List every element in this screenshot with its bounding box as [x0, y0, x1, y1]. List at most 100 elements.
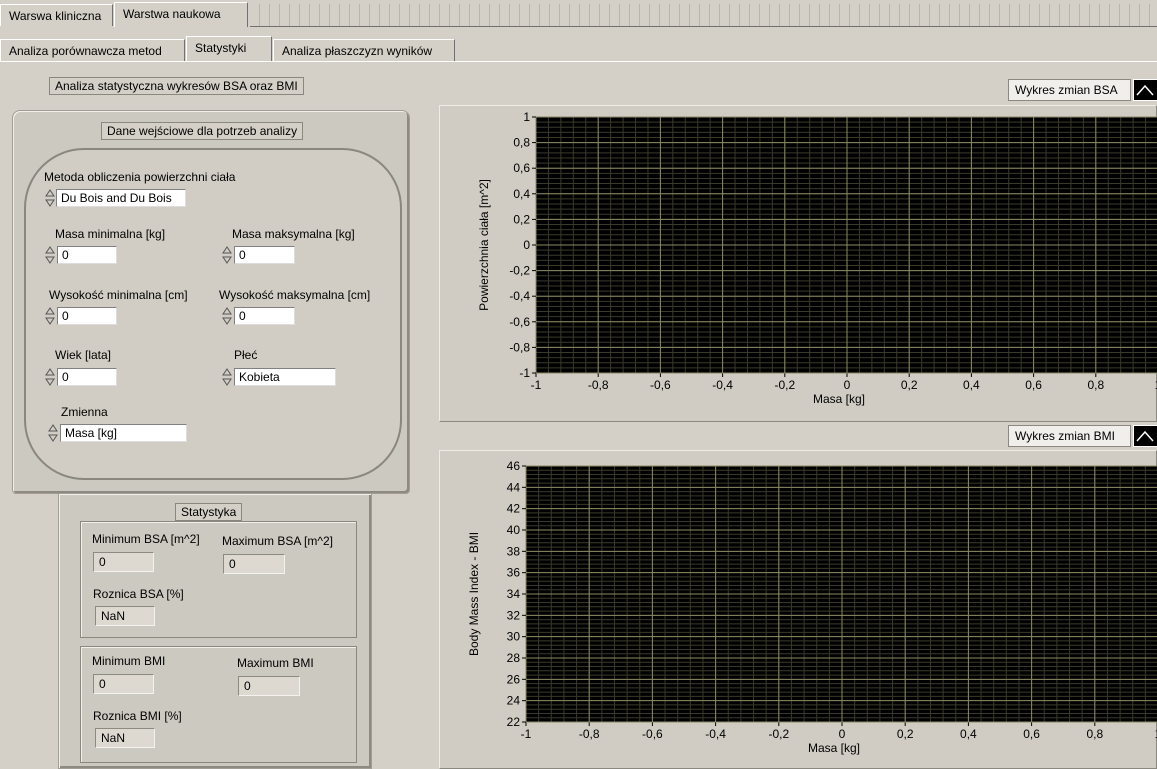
x-axis-label: Masa [kg] [808, 741, 860, 755]
x-tick-label: 0 [844, 378, 851, 392]
bmi-legend-label[interactable]: Wykres zmian BMI [1008, 425, 1131, 447]
y-tick-label: 34 [507, 587, 521, 601]
sex-label: Płeć [234, 348, 258, 362]
x-tick-label: -0,2 [768, 727, 789, 741]
x-tick-label: -0,4 [712, 378, 733, 392]
mass-max-field[interactable]: 0 [234, 246, 295, 264]
y-tick-label: -0,8 [509, 340, 530, 354]
diff-bsa-value: NaN [95, 606, 155, 626]
bmi-chart[interactable]: -1-0,8-0,6-0,4-0,200,20,40,60,8146444240… [439, 450, 1157, 769]
bsa-legend-swatch[interactable] [1133, 79, 1157, 101]
diff-bsa-label: Roznica BSA [%] [93, 587, 184, 601]
bmi-legend-line-icon [1136, 430, 1154, 442]
method-spinner[interactable] [45, 188, 55, 208]
x-tick-label: 0,4 [963, 378, 980, 392]
method-label: Metoda obliczenia powierzchni ciała [44, 170, 236, 184]
bsa-chart[interactable]: -1-0,8-0,6-0,4-0,200,20,40,60,8110,80,60… [439, 105, 1157, 422]
height-min-spinner[interactable] [45, 306, 55, 326]
max-bsa-label: Maximum BSA [m^2] [222, 534, 333, 548]
variable-label: Zmienna [61, 405, 108, 419]
x-tick-label: 0 [839, 727, 846, 741]
x-tick-label: 0,2 [901, 378, 918, 392]
y-tick-label: 30 [507, 630, 521, 644]
y-tick-label: -1 [519, 366, 530, 380]
x-tick-label: -1 [521, 727, 532, 741]
x-tick-label: 0,8 [1087, 378, 1104, 392]
y-tick-label: 22 [507, 715, 521, 729]
mass-max-label: Masa maksymalna [kg] [232, 227, 355, 241]
y-tick-label: 28 [507, 651, 521, 665]
y-tick-label: 0 [523, 238, 530, 252]
stats-panel-title: Statystyka [175, 503, 243, 521]
y-tick-label: 0,4 [513, 187, 530, 201]
min-bmi-value: 0 [93, 674, 154, 694]
x-tick-label: -0,8 [579, 727, 600, 741]
height-max-spinner[interactable] [222, 306, 232, 326]
variable-field[interactable]: Masa [kg] [60, 424, 187, 442]
x-tick-label: -1 [531, 378, 542, 392]
x-tick-label: -0,6 [642, 727, 663, 741]
y-axis-label: Powierzchnia ciała [m^2] [477, 179, 491, 311]
max-bsa-value: 0 [223, 554, 285, 574]
min-bsa-label: Minimum BSA [m^2] [92, 532, 200, 546]
mass-min-spinner[interactable] [45, 245, 55, 265]
y-tick-label: 1 [523, 110, 530, 124]
y-tick-label: 32 [507, 608, 521, 622]
y-tick-label: 42 [507, 502, 521, 516]
mass-min-field[interactable]: 0 [57, 246, 117, 264]
input-panel-title: Dane wejściowe dla potrzeb analizy [101, 122, 304, 140]
y-tick-label: 0,6 [513, 161, 530, 175]
bsa-legend-label[interactable]: Wykres zmian BSA [1008, 79, 1131, 101]
y-tick-label: 46 [507, 459, 521, 473]
y-tick-label: 38 [507, 544, 521, 558]
x-tick-label: 0,2 [897, 727, 914, 741]
tab-statystyki[interactable]: Statystyki [186, 36, 272, 61]
diff-bmi-value: NaN [95, 728, 155, 748]
x-axis-label: Masa [kg] [813, 392, 865, 406]
height-max-label: Wysokość maksymalna [cm] [219, 288, 371, 302]
tab-warstwa-naukowa[interactable]: Warstwa naukowa [114, 2, 248, 27]
height-min-label: Wysokość minimalna [cm] [49, 288, 188, 302]
tab-analiza-porownawcza[interactable]: Analiza porównawcza metod [0, 39, 185, 61]
x-tick-label: -0,4 [705, 727, 726, 741]
variable-spinner[interactable] [48, 423, 58, 443]
y-tick-label: 36 [507, 566, 521, 580]
mass-max-spinner[interactable] [222, 245, 232, 265]
height-min-field[interactable]: 0 [57, 307, 117, 325]
tab-analiza-plaszczyzn[interactable]: Analiza płaszczyzn wyników [273, 39, 455, 61]
y-tick-label: 0,8 [513, 136, 530, 150]
x-tick-label: 0,8 [1086, 727, 1103, 741]
x-tick-label: 0,4 [960, 727, 977, 741]
max-bmi-value: 0 [238, 676, 300, 696]
y-axis-label: Body Mass Index - BMI [467, 532, 481, 656]
y-tick-label: -0,6 [509, 315, 530, 329]
x-tick-label: -0,6 [650, 378, 671, 392]
section-title: Analiza statystyczna wykresów BSA oraz B… [49, 77, 304, 95]
sex-spinner[interactable] [222, 367, 232, 387]
x-tick-label: -0,2 [774, 378, 795, 392]
age-field[interactable]: 0 [57, 368, 117, 386]
x-tick-label: -0,8 [588, 378, 609, 392]
height-max-field[interactable]: 0 [234, 307, 295, 325]
method-field[interactable]: Du Bois and Du Bois [56, 189, 186, 207]
y-tick-label: -0,2 [509, 264, 530, 278]
mass-min-label: Masa minimalna [kg] [55, 227, 166, 241]
y-tick-label: 44 [507, 480, 521, 494]
bmi-legend-swatch[interactable] [1133, 425, 1157, 447]
tab-divider [0, 61, 1157, 62]
y-tick-label: -0,4 [509, 289, 530, 303]
x-tick-label: 0,6 [1025, 378, 1042, 392]
age-label: Wiek [lata] [55, 348, 112, 362]
tab-strip-empty-area [250, 4, 1157, 27]
diff-bmi-label: Roznica BMI [%] [93, 709, 182, 723]
age-spinner[interactable] [45, 367, 55, 387]
bsa-legend-line-icon [1136, 84, 1154, 96]
max-bmi-label: Maximum BMI [237, 656, 314, 670]
sex-field[interactable]: Kobieta [234, 368, 336, 386]
tab-warstwa-kliniczna[interactable]: Warswa kliniczna [0, 4, 113, 26]
x-tick-label: 0,6 [1023, 727, 1040, 741]
y-tick-label: 40 [507, 523, 521, 537]
y-tick-label: 26 [507, 672, 521, 686]
y-tick-label: 24 [507, 694, 521, 708]
y-tick-label: 0,2 [513, 212, 530, 226]
